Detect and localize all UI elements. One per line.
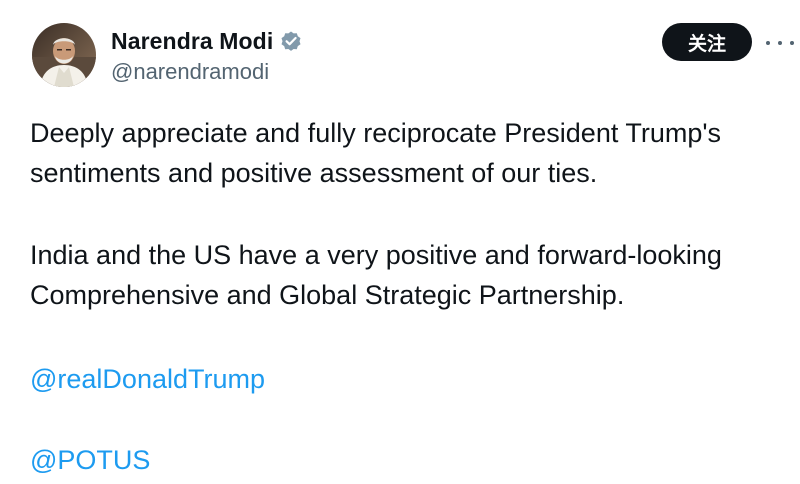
post-text-line: Deeply appreciate and fully reciprocate …: [30, 118, 722, 148]
avatar[interactable]: [32, 23, 96, 87]
post-card: Narendra Modi @narendramodi 关注 Deeply ap…: [0, 0, 800, 484]
author-display-name[interactable]: Narendra Modi: [111, 28, 273, 55]
mention-link-realdonaldtrump[interactable]: @realDonaldTrump: [30, 359, 265, 399]
more-options-icon[interactable]: [766, 38, 794, 48]
post-text-line: India and the US have a very positive an…: [30, 240, 722, 270]
author-handle[interactable]: @narendramodi: [111, 59, 269, 85]
post-text-line: sentiments and positive assessment of ou…: [30, 158, 598, 188]
post-paragraph-2: India and the US have a very positive an…: [30, 235, 722, 315]
author-name-row[interactable]: Narendra Modi: [111, 27, 303, 55]
verified-badge-icon: [281, 31, 301, 51]
more-dot: [766, 41, 770, 45]
more-dot: [790, 41, 794, 45]
follow-button[interactable]: 关注: [662, 23, 752, 61]
mention-link-potus[interactable]: @POTUS: [30, 440, 150, 480]
post-text-line: Comprehensive and Global Strategic Partn…: [30, 280, 625, 310]
profile-photo-icon: [32, 23, 96, 87]
more-dot: [778, 41, 782, 45]
post-paragraph-1: Deeply appreciate and fully reciprocate …: [30, 113, 721, 193]
